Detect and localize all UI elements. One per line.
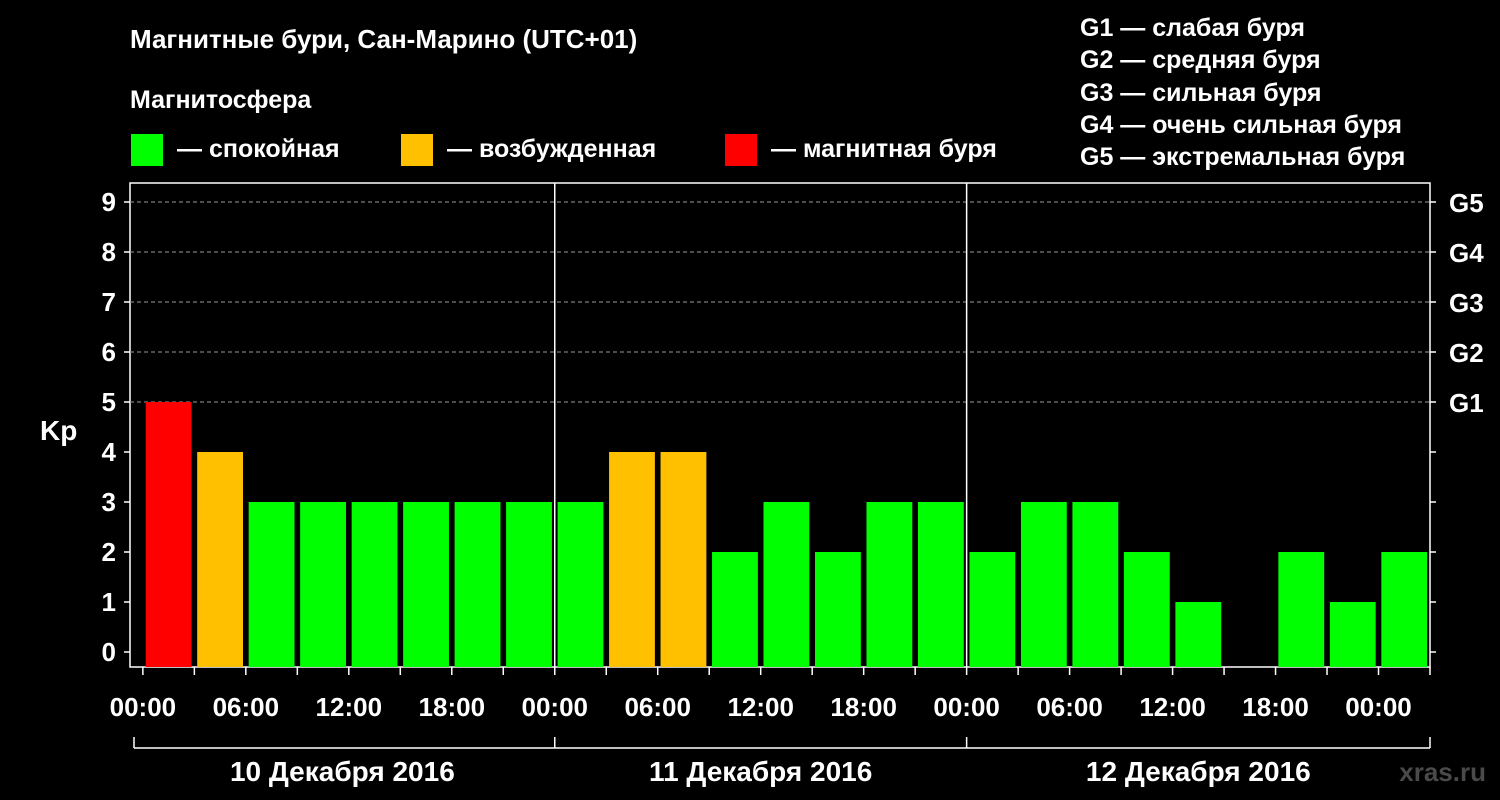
kp-bar <box>197 452 244 667</box>
kp-bar <box>1123 552 1170 667</box>
kp-bar <box>815 552 861 667</box>
y-tick-label: 3 <box>102 487 116 517</box>
x-tick-label: 12:00 <box>1139 692 1206 722</box>
kp-bar <box>351 502 398 667</box>
kp-bar <box>506 502 552 667</box>
y-tick-label: 1 <box>102 587 116 617</box>
kp-bar <box>660 452 707 667</box>
kp-bar <box>763 502 810 667</box>
y-tick-label: 4 <box>102 437 117 467</box>
kp-bar <box>454 502 501 667</box>
kp-bar <box>1175 602 1222 667</box>
day-label: 12 Декабря 2016 <box>1086 756 1311 787</box>
y2-tick-label: G1 <box>1449 388 1484 418</box>
kp-bar <box>557 502 604 667</box>
y2-tick-label: G4 <box>1449 238 1484 268</box>
y2-tick-label: G3 <box>1449 288 1484 318</box>
y2-tick-label: G2 <box>1449 338 1484 368</box>
x-tick-label: 18:00 <box>830 692 897 722</box>
y-axis-label: Kp <box>40 415 77 446</box>
x-tick-label: 18:00 <box>1242 692 1309 722</box>
kp-bar <box>969 552 1016 667</box>
day-label: 10 Декабря 2016 <box>230 756 455 787</box>
x-tick-label: 06:00 <box>213 692 280 722</box>
kp-bar <box>300 502 346 667</box>
y-tick-label: 9 <box>102 187 116 217</box>
kp-bar <box>248 502 295 667</box>
y2-tick-label: G5 <box>1449 188 1484 218</box>
y-tick-label: 5 <box>102 387 116 417</box>
x-tick-label: 00:00 <box>522 692 589 722</box>
kp-bar <box>917 502 964 667</box>
kp-bar <box>1072 502 1119 667</box>
kp-bar <box>1020 502 1067 667</box>
kp-bar <box>145 402 192 667</box>
kp-bar <box>1381 552 1428 667</box>
x-tick-label: 00:00 <box>1345 692 1412 722</box>
x-tick-label: 12:00 <box>316 692 383 722</box>
x-tick-label: 00:00 <box>110 692 177 722</box>
day-label: 11 Декабря 2016 <box>649 756 872 787</box>
kp-bar <box>609 452 655 667</box>
kp-bar <box>866 502 913 667</box>
y-tick-label: 2 <box>102 537 116 567</box>
x-tick-label: 06:00 <box>624 692 691 722</box>
y-tick-label: 0 <box>102 637 116 667</box>
x-tick-label: 06:00 <box>1036 692 1103 722</box>
watermark: xras.ru <box>1399 757 1486 787</box>
kp-bar <box>1329 602 1376 667</box>
kp-bar <box>403 502 449 667</box>
y-tick-label: 8 <box>102 237 116 267</box>
x-tick-label: 12:00 <box>727 692 794 722</box>
y-tick-label: 6 <box>102 337 116 367</box>
kp-bar <box>712 552 758 667</box>
y-tick-label: 7 <box>102 287 116 317</box>
x-tick-label: 18:00 <box>419 692 486 722</box>
kp-bar <box>1278 552 1325 667</box>
kp-bar-chart: 0 1 2 3 4 5 6 7 8 9 G1 G2 G3 G4 G5 Kp 00:00 06:00 12:00 18:… <box>40 182 1484 787</box>
x-tick-label: 00:00 <box>933 692 1000 722</box>
